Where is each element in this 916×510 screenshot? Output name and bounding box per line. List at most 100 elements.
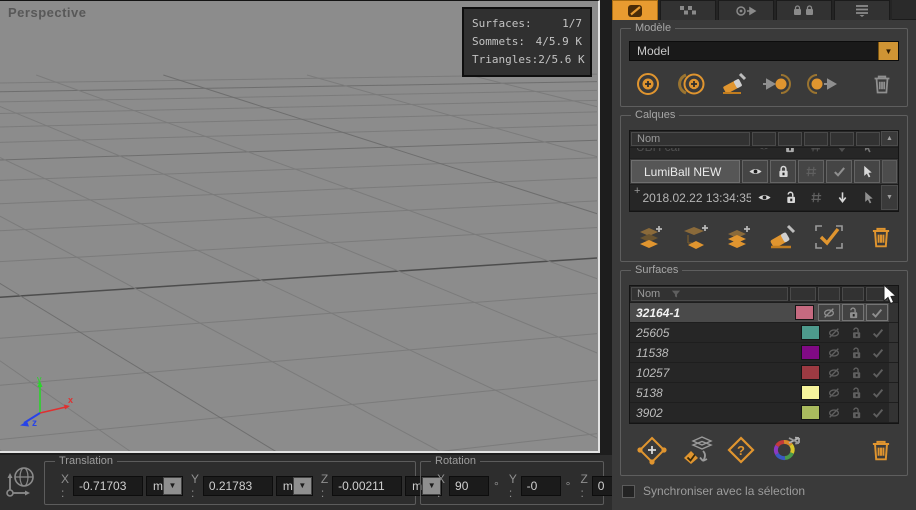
layer-row-selected[interactable]: LumiBall NEW <box>630 159 898 185</box>
add-surface-button[interactable] <box>629 434 675 466</box>
eye-icon[interactable] <box>757 190 772 205</box>
cursor-select-icon[interactable] <box>861 190 876 205</box>
rotate-y-field[interactable] <box>521 476 561 496</box>
surface-color-swatch[interactable] <box>801 365 820 380</box>
surface-color-swatch[interactable] <box>801 385 820 400</box>
layers-column-header[interactable] <box>752 132 776 146</box>
erase-layer-button[interactable] <box>759 221 805 253</box>
layers-column-header[interactable] <box>778 132 802 146</box>
tab-motion[interactable] <box>718 0 774 20</box>
eye-off-icon[interactable] <box>827 366 841 380</box>
layers-column-header[interactable] <box>856 132 880 146</box>
scrollbar-track[interactable] <box>889 303 898 322</box>
tab-model-tool[interactable] <box>612 0 658 20</box>
surface-color-swatch[interactable] <box>801 325 820 340</box>
translate-y-field[interactable] <box>203 476 273 496</box>
lock-open-icon[interactable] <box>849 386 863 400</box>
viewport-3d[interactable]: Perspective Surfaces: 1/7 Sommets: 4/5.9… <box>0 0 600 453</box>
sync-selection-checkbox[interactable] <box>622 485 635 498</box>
check-icon[interactable] <box>871 386 885 400</box>
lock-open-icon[interactable] <box>849 346 863 360</box>
import-model-button[interactable] <box>755 68 799 100</box>
viewport-label[interactable]: Perspective <box>8 5 87 20</box>
assign-surface-button[interactable] <box>675 434 719 466</box>
surfaces-column-header[interactable] <box>818 287 840 301</box>
hash-icon[interactable] <box>804 164 819 179</box>
translate-z-field[interactable] <box>332 476 402 496</box>
lock-open-icon[interactable] <box>849 326 863 340</box>
surfaces-column-header[interactable] <box>866 287 888 301</box>
add-layer-button[interactable] <box>629 221 671 253</box>
scrollbar-track[interactable] <box>889 363 898 382</box>
rotate-x-field[interactable] <box>449 476 489 496</box>
eye-off-icon[interactable] <box>827 326 841 340</box>
surface-row[interactable]: 25605 <box>630 323 898 343</box>
tree-expand-icon[interactable]: + <box>630 185 642 210</box>
lock-open-icon[interactable] <box>783 190 798 205</box>
check-icon[interactable] <box>871 406 885 420</box>
unit-dropdown-arrow[interactable]: ▼ <box>293 477 312 495</box>
check-icon[interactable] <box>871 326 885 340</box>
add-model-button[interactable] <box>629 68 667 100</box>
validate-layer-button[interactable] <box>805 221 853 253</box>
layers-name-column-header[interactable]: Nom <box>631 132 750 146</box>
surface-color-swatch[interactable] <box>795 305 814 320</box>
scrollbar-track[interactable] <box>889 403 898 422</box>
translate-x-field[interactable] <box>73 476 143 496</box>
scrollbar-track[interactable] <box>889 343 898 362</box>
lock-icon[interactable] <box>776 164 791 179</box>
surface-color-swatch[interactable] <box>801 405 820 420</box>
eye-off-icon[interactable] <box>827 406 841 420</box>
scroll-down-button[interactable]: ▼ <box>881 185 898 210</box>
surface-row[interactable]: 10257 <box>630 363 898 383</box>
cursor-select-icon[interactable] <box>860 164 875 179</box>
surfaces-name-column-header[interactable]: Nom <box>631 287 788 301</box>
add-child-layer-button[interactable] <box>671 221 717 253</box>
unit-dropdown-arrow[interactable]: ▼ <box>163 477 182 495</box>
randomize-colors-button[interactable] <box>763 434 811 466</box>
surfaces-column-header[interactable] <box>842 287 864 301</box>
hash-icon[interactable] <box>809 190 824 205</box>
model-dropdown[interactable]: Model ▼ <box>629 41 899 61</box>
delete-layer-button[interactable] <box>863 221 899 253</box>
lock-open-icon[interactable] <box>846 306 860 320</box>
surfaces-column-header[interactable] <box>790 287 816 301</box>
lock-open-icon[interactable] <box>849 406 863 420</box>
export-model-button[interactable] <box>799 68 843 100</box>
scrollbar-thumb[interactable] <box>882 160 897 183</box>
delete-model-button[interactable] <box>865 68 899 100</box>
delete-surface-button[interactable] <box>863 434 899 466</box>
add-layer-alt-button[interactable] <box>717 221 759 253</box>
scroll-up-button[interactable]: ▲ <box>881 131 898 146</box>
tab-locks[interactable] <box>776 0 832 20</box>
scrollbar-track[interactable] <box>889 383 898 402</box>
eye-off-icon[interactable] <box>827 346 841 360</box>
world-coords-button[interactable] <box>0 460 40 506</box>
eye-off-icon[interactable] <box>827 386 841 400</box>
surface-row[interactable]: 5138 <box>630 383 898 403</box>
query-surface-button[interactable]: ? <box>719 434 763 466</box>
check-icon[interactable] <box>871 366 885 380</box>
scrollbar-track[interactable] <box>889 323 898 342</box>
eye-icon[interactable] <box>748 164 763 179</box>
eye-off-icon[interactable] <box>822 306 836 320</box>
tab-checkerboard[interactable] <box>660 0 716 20</box>
clone-model-button[interactable] <box>667 68 713 100</box>
surface-color-swatch[interactable] <box>801 345 820 360</box>
translate-y-unit[interactable]: m ▼ <box>276 476 313 496</box>
chevron-down-icon[interactable]: ▼ <box>878 42 898 60</box>
check-icon[interactable] <box>832 164 847 179</box>
lock-open-icon[interactable] <box>849 366 863 380</box>
layers-column-header[interactable] <box>804 132 828 146</box>
surface-row[interactable]: 32164-1 <box>630 303 898 323</box>
layer-row-partial[interactable]: UBH car <box>630 148 898 159</box>
arrow-down-icon[interactable] <box>835 190 850 205</box>
erase-model-button[interactable] <box>713 68 755 100</box>
surface-row[interactable]: 11538 <box>630 343 898 363</box>
check-icon[interactable] <box>870 306 884 320</box>
surface-row[interactable]: 3902 <box>630 403 898 423</box>
tab-stack-list[interactable] <box>834 0 890 20</box>
layer-row-date[interactable]: + 2018.02.22 13:34:35 ... ▼ <box>630 185 898 211</box>
layers-column-header[interactable] <box>830 132 854 146</box>
translate-x-unit[interactable]: m ▼ <box>146 476 183 496</box>
